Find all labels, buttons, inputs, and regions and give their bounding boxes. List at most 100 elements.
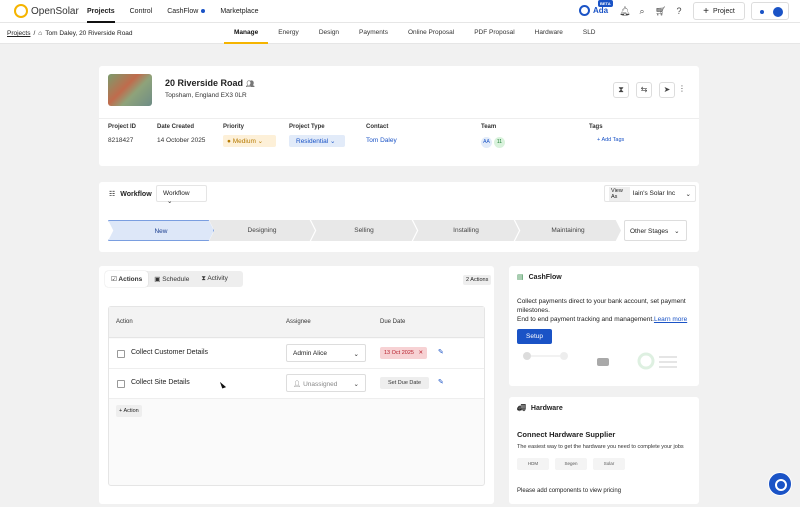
supplier-logo[interactable]: Solar bbox=[593, 458, 625, 470]
cashflow-icon: ▤ bbox=[517, 274, 524, 281]
share-icon[interactable]: ⇆ bbox=[636, 82, 652, 98]
stage-installing[interactable]: Installing bbox=[413, 220, 519, 241]
supplier-logos: HDM Segen Solar bbox=[517, 458, 625, 470]
chat-launcher-button[interactable] bbox=[768, 472, 792, 496]
property-thumbnail[interactable] bbox=[108, 74, 152, 106]
user-icon: 👤︎ bbox=[293, 381, 302, 388]
project-type-select[interactable]: Residential ⌄ bbox=[289, 135, 345, 147]
tab-hardware[interactable]: Hardware bbox=[525, 23, 573, 44]
due-date-badge[interactable]: 13 Oct 2025 ✕ bbox=[380, 347, 428, 359]
supplier-logo[interactable]: HDM bbox=[517, 458, 549, 470]
top-navbar: OpenSolar Projects Control CashFlow Mark… bbox=[0, 0, 800, 23]
cashflow-card: ▤ CashFlow Collect payments direct to yo… bbox=[509, 266, 699, 386]
more-icon[interactable]: ⋮ bbox=[674, 82, 690, 98]
add-tags-button[interactable]: + Add Tags bbox=[597, 137, 624, 143]
plus-icon: + bbox=[703, 5, 710, 17]
hardware-title: 🚚︎ Hardware bbox=[517, 404, 563, 413]
people-icon[interactable]: 👥︎ bbox=[246, 81, 255, 88]
workflow-title: ☷ Workflow bbox=[109, 190, 152, 199]
user-menu-button[interactable] bbox=[751, 2, 789, 20]
supplier-logo[interactable]: Segen bbox=[555, 458, 587, 470]
nav-cashflow[interactable]: CashFlow bbox=[167, 8, 206, 15]
contact-link[interactable]: Tom Daley bbox=[366, 137, 397, 144]
search-icon[interactable]: ⌕ bbox=[637, 6, 647, 16]
avatar bbox=[773, 7, 783, 17]
workflow-select[interactable]: Workflow ⌄ bbox=[156, 185, 207, 205]
setup-button[interactable]: Setup bbox=[517, 329, 552, 344]
team-avatar[interactable]: 11 bbox=[494, 137, 505, 148]
tab-online-proposal[interactable]: Online Proposal bbox=[398, 23, 464, 44]
nav-projects[interactable]: Projects bbox=[87, 1, 115, 23]
field-priority: Priority ● Medium ⌄ bbox=[223, 124, 276, 147]
project-subnav: Projects / ⌂ Tom Daley, 20 Riverside Roa… bbox=[0, 23, 800, 44]
chevron-down-icon: ⌄ bbox=[685, 190, 691, 198]
actions-table: Action Assignee Due Date Collect Custome… bbox=[108, 306, 485, 486]
actions-tabs: ☑ Actions ▣ Schedule ⧗ Activity bbox=[105, 271, 243, 287]
tab-payments[interactable]: Payments bbox=[349, 23, 398, 44]
table-row: Collect Customer Details Admin Alice ⌄ 13… bbox=[109, 339, 484, 369]
learn-more-link[interactable]: Learn more bbox=[654, 316, 687, 323]
new-project-button[interactable]: + Project bbox=[693, 2, 745, 20]
cashflow-illustration bbox=[523, 352, 677, 370]
add-action-button[interactable]: + Action bbox=[116, 405, 142, 417]
tab-energy[interactable]: Energy bbox=[268, 23, 309, 44]
tab-manage[interactable]: Manage bbox=[224, 23, 269, 44]
team-avatar[interactable]: AA bbox=[481, 137, 492, 148]
chevron-down-icon: ⌄ bbox=[167, 198, 173, 205]
view-as-select[interactable]: View As Iain's Solar Inc ⌄ bbox=[604, 185, 696, 202]
tab-actions[interactable]: ☑ Actions bbox=[105, 271, 149, 287]
tab-activity[interactable]: ⧗ Activity bbox=[195, 271, 234, 287]
action-name: Collect Site Details bbox=[131, 379, 190, 386]
edit-icon[interactable]: ✎ bbox=[438, 348, 444, 356]
field-project-type: Project Type Residential ⌄ bbox=[289, 124, 345, 147]
chevron-down-icon: ⌄ bbox=[257, 138, 264, 145]
ada-icon bbox=[579, 5, 590, 16]
tab-sld[interactable]: SLD bbox=[573, 23, 606, 44]
chevron-down-icon: ⌄ bbox=[353, 351, 359, 358]
status-dot bbox=[760, 10, 764, 14]
priority-select[interactable]: ● Medium ⌄ bbox=[223, 135, 276, 147]
nav-control[interactable]: Control bbox=[130, 8, 153, 15]
stage-new[interactable]: New bbox=[108, 220, 214, 241]
workflow-card: ☷ Workflow Workflow ⌄ View As Iain's Sol… bbox=[99, 182, 699, 252]
stage-designing[interactable]: Designing bbox=[209, 220, 315, 241]
bell-icon[interactable]: 🔔︎ bbox=[619, 6, 630, 16]
project-locality: Topsham, England EX3 0LR bbox=[165, 92, 247, 99]
breadcrumb-projects-link[interactable]: Projects bbox=[7, 30, 30, 37]
action-checkbox[interactable] bbox=[117, 350, 125, 358]
assignee-select[interactable]: 👤︎ Unassigned ⌄ bbox=[286, 374, 366, 392]
truck-icon: 🚚︎ bbox=[517, 405, 526, 412]
cashflow-title: ▤ CashFlow bbox=[517, 273, 562, 282]
send-icon[interactable]: ➤ bbox=[659, 82, 675, 98]
field-team: Team AA 11 bbox=[481, 124, 507, 148]
field-project-id: Project ID 8218427 bbox=[108, 124, 137, 144]
hourglass-icon[interactable]: ⧗ bbox=[613, 82, 629, 98]
set-due-date-button[interactable]: Set Due Date bbox=[380, 377, 430, 389]
edit-icon[interactable]: ✎ bbox=[438, 378, 444, 386]
action-checkbox[interactable] bbox=[117, 380, 125, 388]
actions-card: ☑ Actions ▣ Schedule ⧗ Activity 2 Action… bbox=[99, 266, 494, 504]
chevron-down-icon: ⌄ bbox=[674, 228, 680, 235]
field-date-created: Date Created 14 October 2025 bbox=[157, 124, 206, 144]
stage-maintaining[interactable]: Maintaining bbox=[515, 220, 621, 241]
opensolar-logo[interactable]: OpenSolar bbox=[14, 4, 79, 18]
notification-dot bbox=[201, 9, 206, 14]
other-stages-select[interactable]: Other Stages ⌄ bbox=[624, 220, 687, 241]
tab-pdf-proposal[interactable]: PDF Proposal bbox=[464, 23, 524, 44]
cashflow-description: Collect payments direct to your bank acc… bbox=[517, 298, 688, 323]
help-icon[interactable]: ? bbox=[674, 6, 684, 16]
cart-icon[interactable]: 🛒︎ bbox=[655, 6, 666, 16]
close-icon[interactable]: ✕ bbox=[419, 350, 424, 356]
chevron-down-icon: ⌄ bbox=[329, 138, 336, 145]
assignee-select[interactable]: Admin Alice ⌄ bbox=[286, 344, 366, 362]
workflow-stages: New Designing Selling Installing Maintai… bbox=[108, 220, 628, 241]
chevron-down-icon: ⌄ bbox=[353, 381, 359, 388]
beta-badge: BETA bbox=[598, 0, 613, 7]
stage-selling[interactable]: Selling bbox=[311, 220, 417, 241]
nav-marketplace[interactable]: Marketplace bbox=[220, 8, 258, 15]
home-icon: ⌂ bbox=[38, 30, 43, 37]
tab-schedule[interactable]: ▣ Schedule bbox=[148, 271, 195, 287]
tab-design[interactable]: Design bbox=[309, 23, 349, 44]
project-address: 20 Riverside Road 👥︎ bbox=[165, 78, 255, 88]
divider bbox=[99, 118, 699, 119]
